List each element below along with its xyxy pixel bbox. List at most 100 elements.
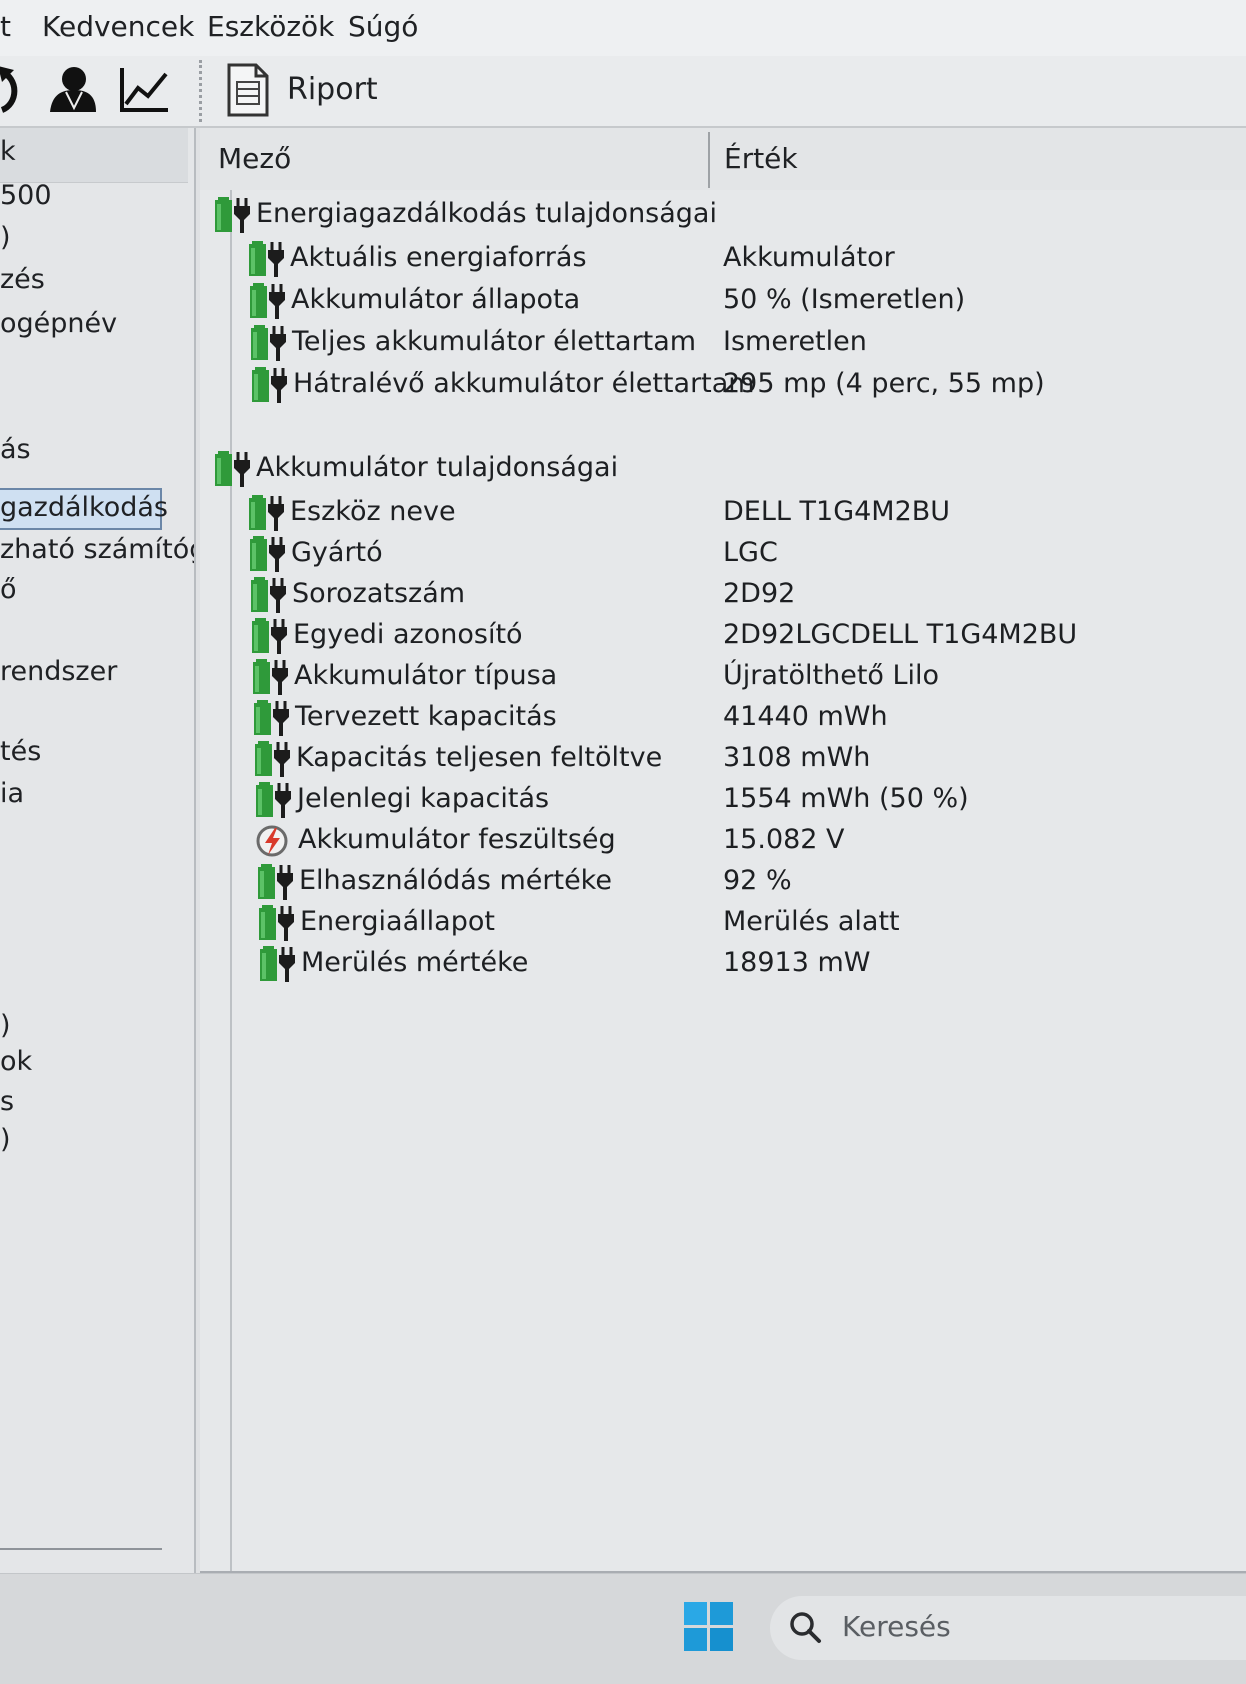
- list-row[interactable]: Sorozatszám 2D92: [200, 574, 1246, 616]
- field-value: 3108 mWh: [723, 742, 871, 773]
- battery-plug-icon: [253, 699, 293, 737]
- battery-plug-icon: [258, 904, 298, 942]
- list-row[interactable]: Kapacitás teljesen feltöltve 3108 mWh: [200, 738, 1246, 780]
- battery-plug-icon: [248, 240, 288, 278]
- battery-plug-icon: [249, 282, 289, 320]
- toolbar: Riport: [0, 56, 1246, 128]
- field-value: 1554 mWh (50 %): [723, 783, 969, 814]
- field-value: 92 %: [723, 865, 792, 896]
- field-label: Akkumulátor típusa: [294, 660, 558, 691]
- section-header-row[interactable]: Energiagazdálkodás tulajdonságai: [200, 194, 1246, 236]
- column-divider[interactable]: [708, 132, 710, 188]
- menu-item-help[interactable]: Súgó: [348, 10, 418, 43]
- battery-plug-icon: [259, 945, 299, 983]
- field-label: Akkumulátor állapota: [291, 284, 581, 315]
- battery-plug-icon: [252, 658, 292, 696]
- tree-item[interactable]: ): [0, 1124, 11, 1155]
- field-value: LGC: [723, 537, 778, 568]
- voltage-icon: [256, 822, 296, 860]
- report-button-label[interactable]: Riport: [287, 72, 378, 107]
- list-row[interactable]: Teljes akkumulátor élettartam Ismeretlen: [200, 322, 1246, 364]
- tree-item[interactable]: s: [0, 1086, 14, 1117]
- list-row[interactable]: Energiaállapot Merülés alatt: [200, 902, 1246, 944]
- tree-item[interactable]: ok: [0, 1046, 32, 1077]
- field-value: Merülés alatt: [723, 906, 900, 937]
- list-row[interactable]: Akkumulátor állapota 50 % (Ismeretlen): [200, 280, 1246, 322]
- list-row[interactable]: Egyedi azonosító 2D92LGCDELL T1G4M2BU: [200, 615, 1246, 657]
- battery-plug-icon: [214, 450, 254, 488]
- refresh-icon[interactable]: [0, 66, 24, 120]
- user-icon[interactable]: [48, 64, 98, 118]
- tree-item[interactable]: zés: [0, 264, 45, 295]
- tree-item[interactable]: zható számítógé: [0, 534, 194, 565]
- battery-plug-icon: [250, 576, 290, 614]
- list-header: Mező Érték: [200, 128, 1246, 190]
- column-header-value[interactable]: Érték: [724, 142, 798, 175]
- battery-plug-icon: [251, 366, 291, 404]
- list-row[interactable]: Tervezett kapacitás 41440 mWh: [200, 697, 1246, 739]
- tree-item[interactable]: ): [0, 1010, 11, 1041]
- field-label: Eszköz neve: [290, 496, 456, 527]
- list-row[interactable]: Hátralévő akkumulátor élettartam 295 mp (…: [200, 364, 1246, 406]
- windows-start-icon[interactable]: [684, 1602, 734, 1656]
- field-label: Kapacitás teljesen feltöltve: [296, 742, 663, 773]
- battery-plug-icon: [214, 196, 254, 234]
- tree-item[interactable]: 500: [0, 180, 52, 211]
- tree-item[interactable]: ia: [0, 778, 24, 809]
- field-value: 41440 mWh: [723, 701, 888, 732]
- field-label: Akkumulátor feszültség: [298, 824, 616, 855]
- search-icon: [788, 1610, 822, 1648]
- field-label: Merülés mértéke: [301, 947, 529, 978]
- list-row[interactable]: Merülés mértéke 18913 mW: [200, 943, 1246, 985]
- list-row[interactable]: Gyártó LGC: [200, 533, 1246, 575]
- tree-item-power-management[interactable]: gazdálkodás: [0, 492, 168, 523]
- tree-item[interactable]: ás: [0, 434, 31, 465]
- battery-plug-icon: [257, 863, 297, 901]
- tree-scrollbar-line: [0, 1548, 162, 1550]
- list-row[interactable]: Elhasználódás mértéke 92 %: [200, 861, 1246, 903]
- list-row[interactable]: Aktuális energiaforrás Akkumulátor: [200, 238, 1246, 280]
- navigation-tree: k 500 ) zés ogépnév ás gazdálkodás zható…: [0, 128, 196, 1573]
- field-value: 18913 mW: [723, 947, 871, 978]
- section-header-row[interactable]: Akkumulátor tulajdonságai: [200, 448, 1246, 490]
- menu-item-view[interactable]: t: [0, 10, 11, 43]
- field-value: 2D92: [723, 578, 796, 609]
- tree-item[interactable]: rendszer: [0, 656, 117, 687]
- menu-item-favorites[interactable]: Kedvencek: [42, 10, 194, 43]
- field-value: Akkumulátor: [723, 242, 895, 273]
- list-row[interactable]: Eszköz neve DELL T1G4M2BU: [200, 492, 1246, 534]
- tree-header: k: [0, 128, 188, 183]
- battery-plug-icon: [255, 781, 295, 819]
- list-row[interactable]: Jelenlegi kapacitás 1554 mWh (50 %): [200, 779, 1246, 821]
- toolbar-separator: [199, 60, 202, 122]
- field-value: 15.082 V: [723, 824, 845, 855]
- battery-plug-icon: [254, 740, 294, 778]
- battery-plug-icon: [249, 535, 289, 573]
- list-row[interactable]: Akkumulátor típusa Újratölthető Lilo: [200, 656, 1246, 698]
- tree-header-label: k: [0, 136, 16, 167]
- tree-item[interactable]: ogépnév: [0, 308, 117, 339]
- field-value: Újratölthető Lilo: [723, 660, 940, 691]
- report-icon[interactable]: [226, 62, 270, 122]
- chart-icon[interactable]: [118, 66, 170, 118]
- menu-item-tools[interactable]: Eszközök: [207, 10, 334, 43]
- battery-plug-icon: [250, 324, 290, 362]
- taskbar-search-box[interactable]: Keresés: [770, 1596, 1246, 1660]
- field-label: Hátralévő akkumulátor élettartam: [293, 368, 755, 399]
- list-row[interactable]: Akkumulátor feszültség 15.082 V: [200, 820, 1246, 862]
- section-title: Akkumulátor tulajdonságai: [256, 452, 619, 483]
- column-header-field[interactable]: Mező: [218, 142, 291, 175]
- tree-item[interactable]: ő: [0, 574, 17, 605]
- tree-item[interactable]: ): [0, 222, 11, 253]
- field-label: Egyedi azonosító: [293, 619, 523, 650]
- field-value: 295 mp (4 perc, 55 mp): [723, 368, 1045, 399]
- field-label: Sorozatszám: [292, 578, 466, 609]
- field-label: Aktuális energiaforrás: [290, 242, 587, 273]
- search-placeholder: Keresés: [842, 1610, 951, 1643]
- field-label: Teljes akkumulátor élettartam: [292, 326, 697, 357]
- field-label: Energiaállapot: [300, 906, 495, 937]
- tree-item[interactable]: tés: [0, 736, 41, 767]
- field-label: Jelenlegi kapacitás: [297, 783, 550, 814]
- menu-bar: t Kedvencek Eszközök Súgó: [0, 0, 1246, 56]
- field-label: Gyártó: [291, 537, 383, 568]
